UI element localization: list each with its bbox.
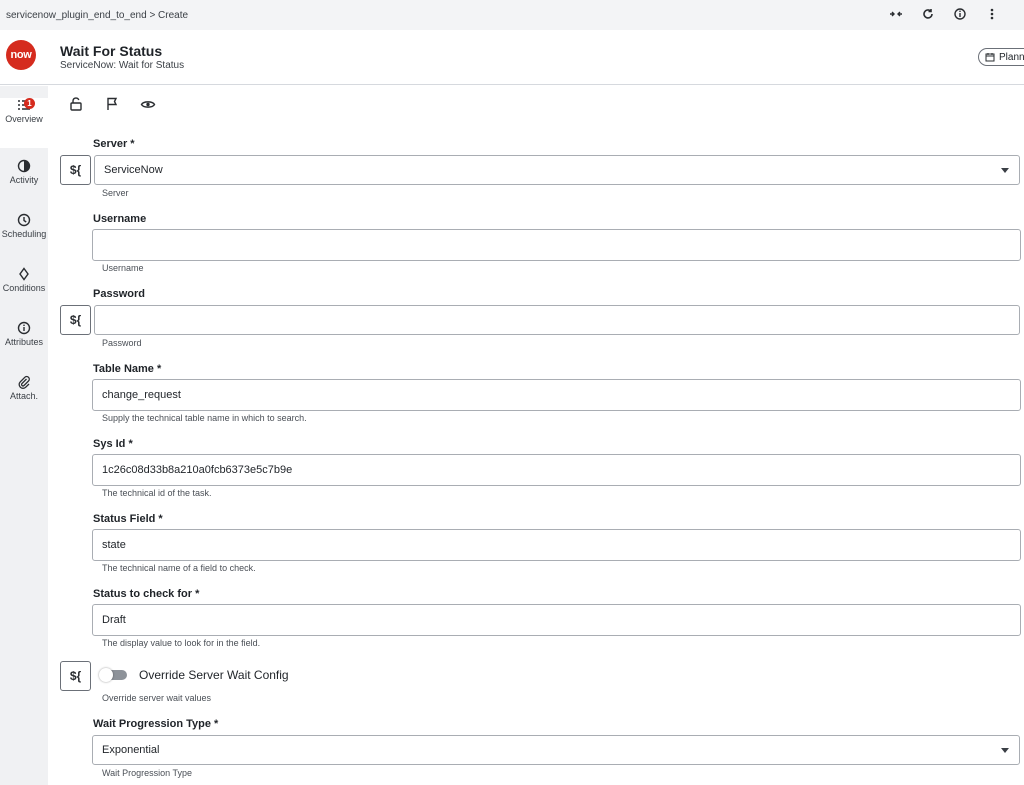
override-help: Override server wait values [102,693,212,703]
refresh-icon[interactable] [912,8,944,23]
server-label: Server * [93,138,135,150]
password-input[interactable] [94,305,1020,335]
status-field-help: The technical name of a field to check. [102,563,256,573]
server-help: Server [102,188,129,198]
server-select[interactable]: ServiceNow [94,155,1020,185]
flag-icon[interactable] [104,96,120,112]
sidebar-item-attributes[interactable]: Attributes [0,321,48,371]
sidebar-item-label: Overview [5,114,43,124]
toggle-knob [99,668,113,682]
unlock-icon[interactable] [68,96,84,112]
table-name-input[interactable]: change_request [92,379,1021,411]
table-name-label: Table Name * [93,363,162,375]
sidebar-item-attachments[interactable]: Attach. [0,375,48,425]
sidebar-item-label: Attributes [4,337,44,347]
override-variable-button[interactable]: ${ [60,661,91,691]
sidebar-item-label: Activity [9,175,39,185]
chevron-down-icon [1001,168,1009,173]
username-input[interactable] [92,229,1021,261]
wait-progression-label: Wait Progression Type * [93,718,219,730]
sys-id-help: The technical id of the task. [102,488,212,498]
status-to-check-help: The display value to look for in the fie… [102,638,261,648]
server-variable-button[interactable]: ${ [60,155,91,185]
breadcrumb[interactable]: servicenow_plugin_end_to_end > Create [0,10,188,21]
page-title: Wait For Status [60,43,163,59]
status-field-input[interactable]: state [92,529,1021,561]
overview-badge: 1 [24,98,35,109]
sys-id-input[interactable]: 1c26c08d33b8a210a0fcb6373e5c7b9e [92,454,1021,486]
plan-button-label: Plann [999,51,1024,63]
collapse-arrows-icon[interactable] [880,8,912,22]
eye-icon[interactable] [140,96,156,112]
info-icon [17,321,31,335]
wait-progression-select[interactable]: Exponential [92,735,1020,765]
clock-icon [17,213,31,227]
top-actions [880,0,1008,30]
activity-icon [17,159,31,173]
more-vertical-icon[interactable] [976,8,1008,23]
sys-id-label: Sys Id * [93,438,133,450]
password-label: Password [93,288,145,300]
sidebar-item-label: Conditions [2,283,46,293]
override-label: Override Server Wait Config [139,668,289,682]
override-toggle[interactable] [99,668,127,682]
sidebar-item-conditions[interactable]: Conditions [0,267,48,317]
sidebar-item-label: Scheduling [1,229,47,239]
username-help: Username [102,263,144,273]
status-to-check-label: Status to check for * [93,588,200,600]
sidebar-item-overview[interactable]: 1 Overview [0,98,48,148]
plan-button[interactable]: Plann [978,48,1024,66]
wait-progression-value: Exponential [102,744,160,756]
page-subtitle: ServiceNow: Wait for Status [60,60,185,71]
server-select-value: ServiceNow [104,164,163,176]
sidebar-item-scheduling[interactable]: Scheduling [0,213,48,263]
info-icon[interactable] [944,7,976,23]
status-to-check-input[interactable]: Draft [92,604,1021,636]
password-help: Password [102,338,142,348]
sidebar-item-label: Attach. [9,391,38,401]
page-header: now Wait For Status ServiceNow: Wait for… [0,30,1024,85]
toolbar [68,96,156,112]
password-variable-button[interactable]: ${ [60,305,91,335]
calendar-icon [985,53,995,62]
sidebar-item-activity[interactable]: Activity [0,159,48,209]
servicenow-logo: now [6,40,36,70]
status-field-label: Status Field * [93,513,163,525]
top-bar: servicenow_plugin_end_to_end > Create [0,0,1024,30]
wait-progression-help: Wait Progression Type [102,768,193,778]
table-name-help: Supply the technical table name in which… [102,413,307,423]
paperclip-icon [18,375,30,389]
chevron-down-icon [1001,748,1009,753]
username-label: Username [93,213,147,225]
diamond-icon [19,267,29,281]
sidebar: 1 Overview Activity Scheduling Condition… [0,86,48,785]
